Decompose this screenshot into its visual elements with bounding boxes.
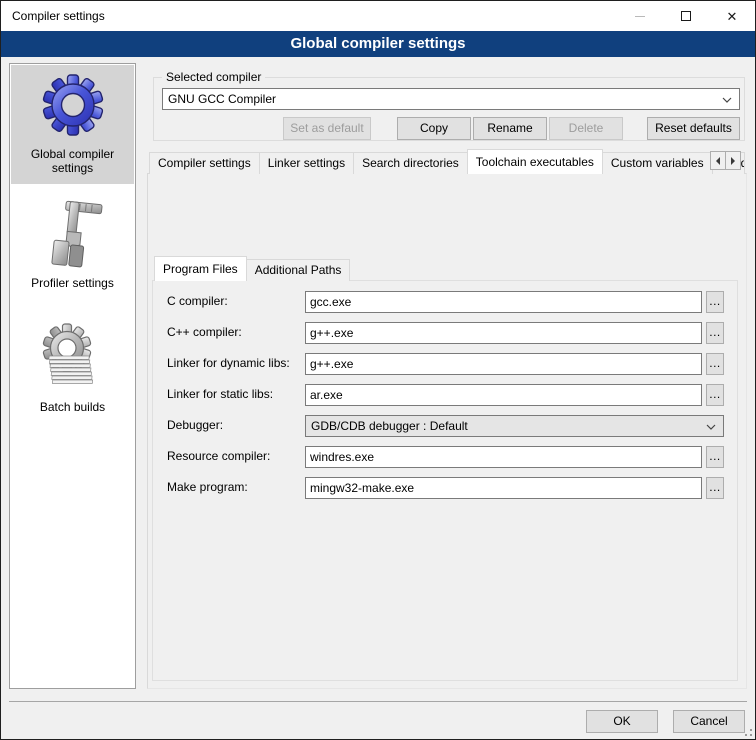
resize-grip[interactable] <box>743 727 752 736</box>
settings-category-list: Global compiler settings Profiler settin… <box>9 63 136 689</box>
titlebar: Compiler settings ✕ <box>1 1 755 31</box>
compiler-settings-dialog: Compiler settings ✕ Global compiler sett… <box>0 0 756 740</box>
cancel-button[interactable]: Cancel <box>673 710 745 733</box>
copy-button[interactable]: Copy <box>397 117 471 140</box>
sidebar-item-label: Batch builds <box>11 398 134 420</box>
make-program-input[interactable]: mingw32-make.exe <box>305 477 702 499</box>
main-tabstrip: Compiler settings Linker settings Search… <box>149 149 744 174</box>
rename-button[interactable]: Rename <box>473 117 547 140</box>
ok-button[interactable]: OK <box>586 710 658 733</box>
close-button[interactable]: ✕ <box>709 1 755 31</box>
gear-blue-icon <box>41 71 105 143</box>
linker-dynamic-input[interactable]: g++.exe <box>305 353 702 375</box>
tab-scroll-left-icon <box>712 157 720 165</box>
tab-toolchain-executables[interactable]: Toolchain executables <box>467 149 603 174</box>
debugger-value: GDB/CDB debugger : Default <box>311 419 468 433</box>
chevron-down-icon <box>706 424 716 430</box>
tab-search-directories[interactable]: Search directories <box>353 152 468 174</box>
sidebar-item-label: Profiler settings <box>11 274 134 296</box>
c-compiler-value: gcc.exe <box>310 295 351 309</box>
resource-compiler-browse-button[interactable]: ... <box>706 446 724 468</box>
compiler-select[interactable]: GNU GCC Compiler <box>162 88 740 110</box>
minimize-button[interactable] <box>617 1 663 31</box>
linker-dynamic-value: g++.exe <box>310 357 353 371</box>
caption-buttons: ✕ <box>617 1 755 31</box>
make-program-value: mingw32-make.exe <box>310 481 414 495</box>
subtab-additional-paths[interactable]: Additional Paths <box>246 259 351 281</box>
field-label-linker-static: Linker for static libs: <box>167 387 273 401</box>
tab-scroll-right-icon <box>731 157 739 165</box>
minimize-icon <box>635 16 645 17</box>
field-label-c-compiler: C compiler: <box>167 294 228 308</box>
delete-button[interactable]: Delete <box>549 117 623 140</box>
field-label-resource-compiler: Resource compiler: <box>167 449 270 463</box>
set-as-default-button[interactable]: Set as default <box>283 117 371 140</box>
tab-linker-settings[interactable]: Linker settings <box>259 152 354 174</box>
close-icon: ✕ <box>727 10 738 23</box>
chevron-down-icon <box>722 97 732 103</box>
resource-compiler-input[interactable]: windres.exe <box>305 446 702 468</box>
cpp-compiler-value: g++.exe <box>310 326 353 340</box>
c-compiler-browse-button[interactable]: ... <box>706 291 724 313</box>
tab-scroll-left-button[interactable] <box>710 151 726 170</box>
program-files-page: C compiler: gcc.exe ... C++ compiler: g+… <box>152 280 738 681</box>
sidebar-item-profiler-settings[interactable]: Profiler settings <box>11 192 134 292</box>
subtab-program-files[interactable]: Program Files <box>154 256 247 281</box>
linker-static-input[interactable]: ar.exe <box>305 384 702 406</box>
groupbox-label: Selected compiler <box>162 70 265 84</box>
field-label-debugger: Debugger: <box>167 418 223 432</box>
compiler-select-value: GNU GCC Compiler <box>168 92 276 106</box>
window-title: Compiler settings <box>12 9 105 23</box>
maximize-button[interactable] <box>663 1 709 31</box>
debugger-select[interactable]: GDB/CDB debugger : Default <box>305 415 724 437</box>
make-program-browse-button[interactable]: ... <box>706 477 724 499</box>
selected-compiler-groupbox: Selected compiler GNU GCC Compiler Set a… <box>153 77 745 141</box>
sidebar-item-label: Global compiler settings <box>11 145 134 181</box>
program-files-tabstrip: Program Files Additional Paths <box>154 257 349 281</box>
c-compiler-input[interactable]: gcc.exe <box>305 291 702 313</box>
linker-dynamic-browse-button[interactable]: ... <box>706 353 724 375</box>
field-label-make-program: Make program: <box>167 480 248 494</box>
tab-custom-variables[interactable]: Custom variables <box>602 152 713 174</box>
sidebar-item-batch-builds[interactable]: Batch builds <box>11 314 134 424</box>
resource-compiler-value: windres.exe <box>310 450 374 464</box>
caliper-icon <box>41 198 105 272</box>
footer-separator <box>9 701 747 702</box>
field-label-cpp-compiler: C++ compiler: <box>167 325 242 339</box>
linker-static-value: ar.exe <box>310 388 343 402</box>
gear-stack-icon <box>41 320 105 396</box>
tab-compiler-settings[interactable]: Compiler settings <box>149 152 260 174</box>
tab-scroll-right-button[interactable] <box>725 151 741 170</box>
sidebar-item-global-compiler-settings[interactable]: Global compiler settings <box>11 65 134 184</box>
linker-static-browse-button[interactable]: ... <box>706 384 724 406</box>
cpp-compiler-browse-button[interactable]: ... <box>706 322 724 344</box>
dialog-banner-title: Global compiler settings <box>1 31 755 57</box>
maximize-icon <box>681 11 691 21</box>
tab-scroll-buttons <box>711 151 741 170</box>
field-label-linker-dynamic: Linker for dynamic libs: <box>167 356 290 370</box>
cpp-compiler-input[interactable]: g++.exe <box>305 322 702 344</box>
reset-defaults-button[interactable]: Reset defaults <box>647 117 740 140</box>
